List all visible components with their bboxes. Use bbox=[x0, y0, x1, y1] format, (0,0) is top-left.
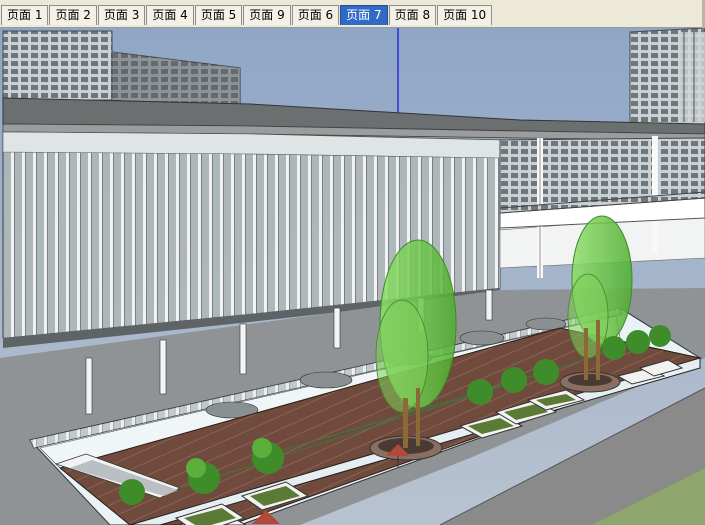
scene-tab-4[interactable]: 页面 4 bbox=[146, 5, 194, 25]
scene-tab-9[interactable]: 页面 8 bbox=[388, 5, 437, 25]
scene-tab-2[interactable]: 页面 2 bbox=[49, 5, 97, 25]
scene-tab-3[interactable]: 页面 3 bbox=[97, 5, 146, 25]
scene-tab-10[interactable]: 页面 10 bbox=[437, 5, 493, 25]
3d-scene-render[interactable] bbox=[0, 28, 705, 525]
scene-tab-6[interactable]: 页面 9 bbox=[243, 5, 291, 25]
scene-tab-strip: 页面 1 页面 2 页面 3 页面 4 页面 5 页面 9 页面 6 页面 7 页面 8 页面 1… bbox=[1, 5, 493, 26]
scene-tab-8[interactable]: 页面 7 bbox=[340, 5, 388, 25]
scene-tab-5[interactable]: 页面 5 bbox=[194, 5, 243, 25]
model-viewport[interactable] bbox=[0, 28, 705, 525]
right-tower bbox=[629, 28, 705, 129]
scene-tab-7[interactable]: 页面 6 bbox=[291, 5, 340, 25]
scene-tab-bar: 页面 1 页面 2 页面 3 页面 4 页面 5 页面 9 页面 6 页面 7 页面 8 页面 1… bbox=[0, 0, 705, 28]
scene-tab-1[interactable]: 页面 1 bbox=[1, 5, 49, 25]
